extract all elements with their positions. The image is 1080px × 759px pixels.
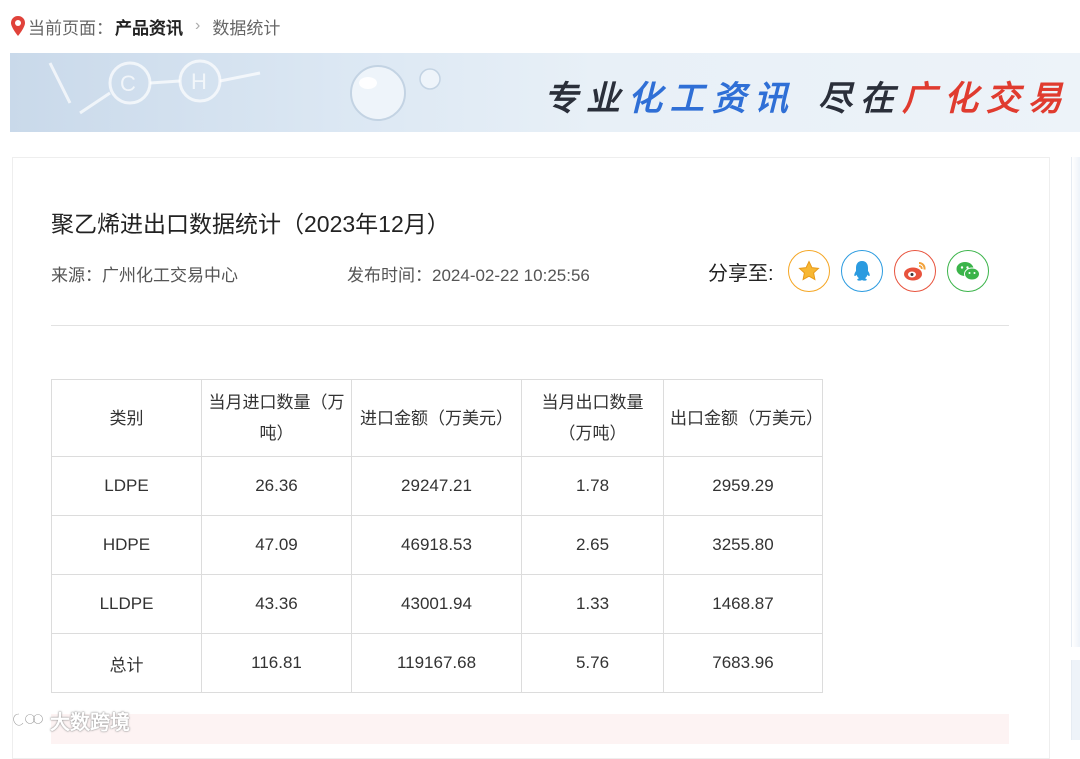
table-cell: 43001.94 <box>351 574 522 634</box>
side-panel-edge-lower <box>1071 660 1080 740</box>
share-wechat-button[interactable] <box>946 250 989 292</box>
title-divider <box>51 325 1009 326</box>
table-cell: LDPE <box>51 456 202 516</box>
table-cell: 116.81 <box>201 633 352 693</box>
svg-text:C: C <box>120 71 136 96</box>
watermark-text: 大数跨境 <box>50 712 130 734</box>
table-cell: 29247.21 <box>351 456 522 516</box>
table-cell: 46918.53 <box>351 515 522 575</box>
svg-text:H: H <box>191 69 207 94</box>
slogan-part-2: 化工资讯 <box>628 79 796 119</box>
watermark: 大数跨境 <box>10 706 130 735</box>
table-row: HDPE 47.09 46918.53 2.65 3255.80 <box>51 515 823 575</box>
table-header-cell: 当月出口数量（万吨） <box>521 379 664 457</box>
article-title: 聚乙烯进出口数据统计（2023年12月） <box>51 211 450 237</box>
table-row: LLDPE 43.36 43001.94 1.33 1468.87 <box>51 574 823 634</box>
table-cell: 2959.29 <box>663 456 823 516</box>
chevron-right-icon: › <box>195 17 201 34</box>
location-pin-icon <box>11 16 25 36</box>
table-header-cell: 类别 <box>51 379 202 457</box>
table-cell: 1.78 <box>521 456 664 516</box>
breadcrumb-current-page: 数据统计 <box>212 18 281 38</box>
table-cell: 1.33 <box>521 574 664 634</box>
star-icon <box>797 260 820 281</box>
notice-box <box>51 714 1009 744</box>
table-cell: HDPE <box>51 515 202 575</box>
table-cell: 总计 <box>51 633 202 693</box>
table-row-total: 总计 116.81 119167.68 5.76 7683.96 <box>51 633 823 693</box>
breadcrumb-link-product-news[interactable]: 产品资讯 <box>115 14 183 39</box>
slogan-part-1: 专业 <box>544 79 628 119</box>
article-publish-time: 发布时间：2024-02-22 10:25:56 <box>347 266 590 285</box>
breadcrumb-prefix: 当前页面： <box>28 18 113 38</box>
table-row: LDPE 26.36 29247.21 1.78 2959.29 <box>51 456 823 516</box>
share-qq-button[interactable] <box>840 250 883 292</box>
article-source: 来源：广州化工交易中心 <box>51 266 238 285</box>
table-header-cell: 出口金额（万美元） <box>663 379 823 457</box>
table-cell: LLDPE <box>51 574 202 634</box>
table-cell: 3255.80 <box>663 515 823 575</box>
breadcrumb: 当前页面： 产品资讯 › 数据统计 <box>10 14 280 38</box>
banner-slogan: 专业化工资讯 尽在广化交易 <box>544 71 1070 120</box>
table-cell: 5.76 <box>521 633 664 693</box>
share-bar: 分享至: <box>708 250 1000 292</box>
slogan-part-3: 尽在 <box>818 79 902 119</box>
qq-icon <box>853 261 870 281</box>
table-header-cell: 当月进口数量（万吨） <box>201 379 352 457</box>
molecule-decoration-icon: C H <box>48 59 441 121</box>
table-cell: 2.65 <box>521 515 664 575</box>
share-favorite-button[interactable] <box>787 250 830 292</box>
watermark-logo-icon <box>12 712 44 726</box>
table-cell: 7683.96 <box>663 633 823 693</box>
table-cell: 43.36 <box>201 574 352 634</box>
slogan-part-4: 广化交易 <box>902 79 1070 119</box>
banner: C H 专业化工资讯 尽在广化交易 <box>10 53 1080 132</box>
table-cell: 119167.68 <box>351 633 522 693</box>
import-export-table: 类别 当月进口数量（万吨） 进口金额（万美元） 当月出口数量（万吨） 出口金额（… <box>51 379 823 693</box>
table-cell: 26.36 <box>201 456 352 516</box>
share-weibo-button[interactable] <box>893 250 936 292</box>
wechat-icon <box>956 262 980 281</box>
table-cell: 1468.87 <box>663 574 823 634</box>
table-cell: 47.09 <box>201 515 352 575</box>
table-header-row: 类别 当月进口数量（万吨） 进口金额（万美元） 当月出口数量（万吨） 出口金额（… <box>51 379 823 457</box>
share-label: 分享至: <box>708 262 774 285</box>
table-header-cell: 进口金额（万美元） <box>351 379 522 457</box>
side-panel-edge <box>1071 157 1080 647</box>
weibo-icon <box>903 262 926 281</box>
